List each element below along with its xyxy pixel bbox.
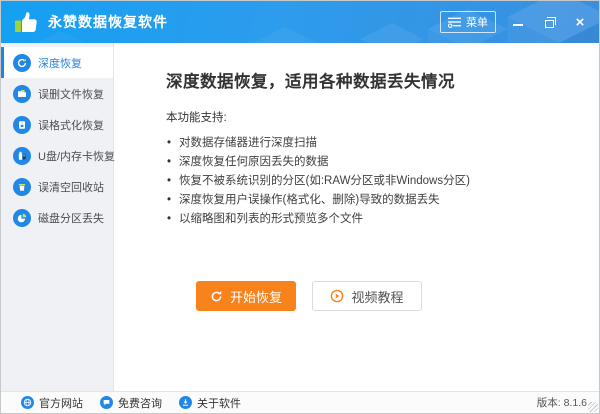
sidebar-item-partition-loss[interactable]: 磁盘分区丢失 xyxy=(1,202,113,233)
feature-item: 以缩略图和列表的形式预览多个文件 xyxy=(166,210,581,229)
about-download-icon xyxy=(179,396,192,409)
sidebar-item-recycle-bin-recovery[interactable]: 误清空回收站 xyxy=(1,171,113,202)
sidebar-item-deleted-file-recovery[interactable]: 误删文件恢复 xyxy=(1,78,113,109)
footer-link-label: 官方网站 xyxy=(39,397,83,410)
support-label: 本功能支持: xyxy=(166,112,227,124)
feature-item: 深度恢复用户误操作(格式化、删除)导致的数据丢失 xyxy=(166,191,581,210)
feature-list: 对数据存储器进行深度扫描 深度恢复任何原因丢失的数据 恢复不被系统识别的分区(如… xyxy=(166,134,581,229)
start-recovery-button[interactable]: 开始恢复 xyxy=(196,281,296,311)
version-label: 版本: 8.1.6 xyxy=(536,397,587,409)
close-icon: × xyxy=(575,13,585,31)
minimize-icon xyxy=(513,24,523,26)
menu-icon xyxy=(448,17,461,28)
deleted-folder-icon xyxy=(13,84,31,103)
sidebar: 深度恢复 误删文件恢复 误格式化恢复 U盘/内存卡恢复 误清空回收站 磁盘分区丢… xyxy=(1,43,115,391)
main-panel: 深度数据恢复，适用各种数据丢失情况 本功能支持: 对数据存储器进行深度扫描 深度… xyxy=(114,43,599,391)
feature-item: 深度恢复任何原因丢失的数据 xyxy=(166,153,581,172)
sidebar-item-label: U盘/内存卡恢复 xyxy=(38,150,115,163)
sidebar-item-label: 误格式化恢复 xyxy=(38,119,104,132)
start-recovery-label: 开始恢复 xyxy=(229,289,282,305)
globe-icon xyxy=(21,396,34,409)
feature-item: 对数据存储器进行深度扫描 xyxy=(166,134,581,153)
app-body: 深度恢复 误删文件恢复 误格式化恢复 U盘/内存卡恢复 误清空回收站 磁盘分区丢… xyxy=(1,43,599,391)
footer-link-label: 关于软件 xyxy=(197,397,241,410)
title-bar: 永赞数据恢复软件 菜单 × xyxy=(1,1,599,43)
usb-memory-card-icon xyxy=(13,146,31,165)
formatted-disk-icon xyxy=(13,115,31,134)
refresh-icon xyxy=(211,290,222,301)
sidebar-item-label: 深度恢复 xyxy=(38,57,82,70)
video-tutorial-button[interactable]: 视频教程 xyxy=(312,281,422,311)
menu-button-label: 菜单 xyxy=(466,17,488,29)
deep-scan-refresh-icon xyxy=(13,53,31,72)
feature-item: 恢复不被系统识别的分区(如:RAW分区或非Windows分区) xyxy=(166,172,581,191)
sidebar-item-label: 误清空回收站 xyxy=(38,181,104,194)
close-button[interactable]: × xyxy=(571,13,589,31)
action-buttons: 开始恢复 视频教程 xyxy=(196,281,581,311)
minimize-button[interactable] xyxy=(509,13,527,31)
footer-link-about[interactable]: 关于软件 xyxy=(179,395,241,411)
sidebar-item-label: 误删文件恢复 xyxy=(38,88,104,101)
resize-grip[interactable] xyxy=(588,402,598,412)
disk-partition-pie-icon xyxy=(13,208,31,227)
restore-icon xyxy=(544,16,556,28)
footer-link-official-site[interactable]: 官方网站 xyxy=(21,395,83,411)
play-icon xyxy=(331,289,344,303)
video-tutorial-label: 视频教程 xyxy=(351,289,404,305)
page-title: 深度数据恢复，适用各种数据丢失情况 xyxy=(166,73,455,91)
footer-bar: 官方网站 免费咨询 关于软件 版本: 8.1.6 xyxy=(1,391,599,413)
chat-icon xyxy=(100,396,113,409)
menu-button[interactable]: 菜单 xyxy=(440,11,496,33)
recycle-bin-icon xyxy=(13,177,31,196)
app-title: 永赞数据恢复软件 xyxy=(48,14,168,30)
maximize-button[interactable] xyxy=(540,13,558,31)
sidebar-item-deep-recovery[interactable]: 深度恢复 xyxy=(1,47,113,78)
sidebar-item-format-recovery[interactable]: 误格式化恢复 xyxy=(1,109,113,140)
thumbs-up-icon xyxy=(15,12,37,33)
footer-link-free-consult[interactable]: 免费咨询 xyxy=(100,395,162,411)
sidebar-item-label: 磁盘分区丢失 xyxy=(38,212,104,225)
sidebar-item-usb-recovery[interactable]: U盘/内存卡恢复 xyxy=(1,140,115,171)
footer-link-label: 免费咨询 xyxy=(118,397,162,410)
app-window: 永赞数据恢复软件 菜单 × 深度恢复 误删文件恢复 误格式化恢复 U盘/内存卡恢… xyxy=(0,0,600,414)
